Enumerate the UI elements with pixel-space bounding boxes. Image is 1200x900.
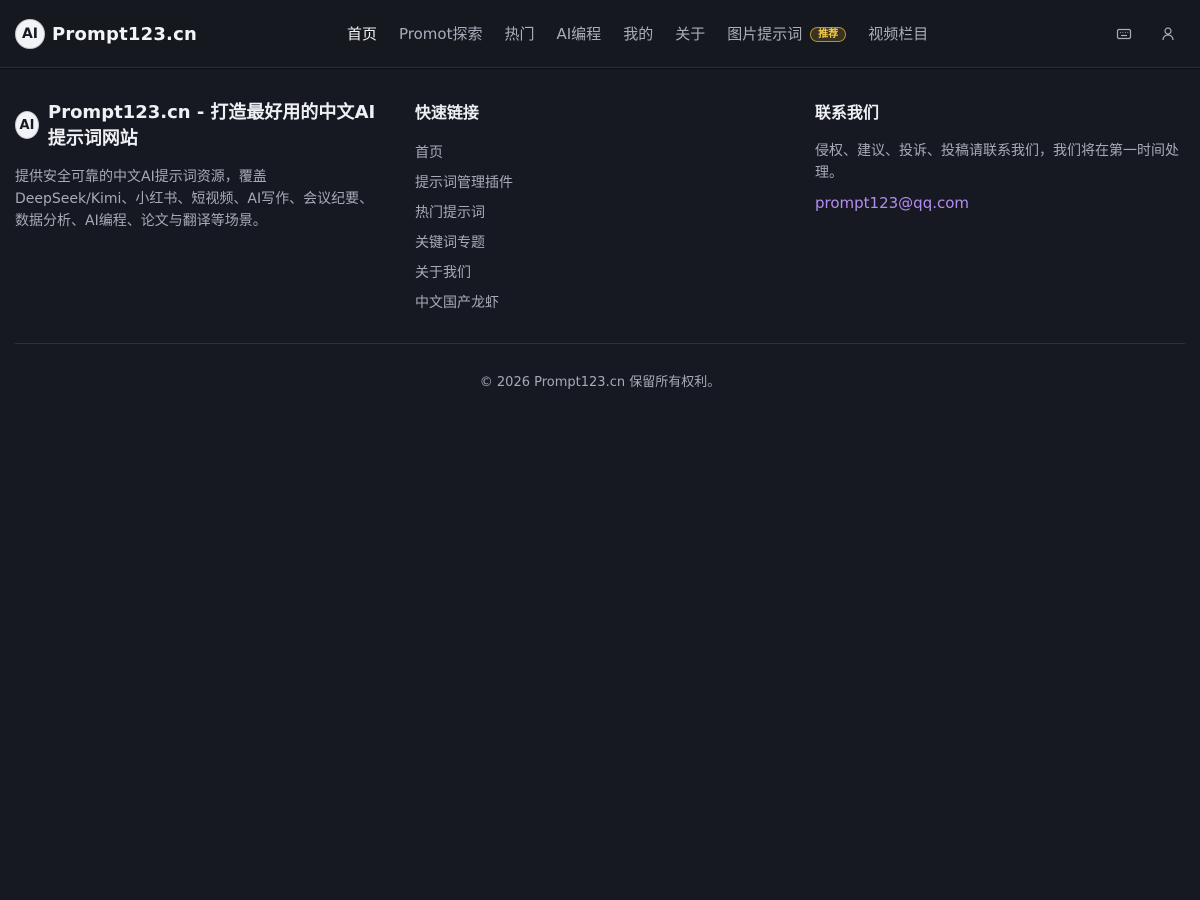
recommend-badge: 推荐	[810, 26, 847, 42]
nav-item-video[interactable]: 视频栏目	[857, 22, 939, 46]
nav-item-home[interactable]: 首页	[336, 22, 388, 46]
nav-item-explore[interactable]: Promot探索	[388, 22, 493, 46]
ai-logo-icon: AI	[15, 111, 39, 139]
brand-name: Prompt123.cn	[52, 23, 197, 45]
nav-item-image-prompts-label: 图片提示词	[727, 25, 803, 43]
footer-quick-links: 快速链接 首页 提示词管理插件 热门提示词 关键词专题 关于我们 中文国产龙虾	[415, 100, 775, 318]
footer-links-title: 快速链接	[415, 103, 480, 122]
top-navbar: AI Prompt123.cn 首页 Promot探索 热门 AI编程 我的 关…	[0, 0, 1200, 68]
footer-link-home[interactable]: 首页	[415, 138, 775, 168]
footer-contact: 联系我们 侵权、建议、投诉、投稿请联系我们，我们将在第一时间处理。 prompt…	[815, 100, 1185, 214]
brand-logo-link[interactable]: AI Prompt123.cn	[15, 19, 197, 49]
footer-link-hot-prompts[interactable]: 热门提示词	[415, 198, 775, 228]
footer: AI Prompt123.cn - 打造最好用的中文AI提示词网站 提供安全可靠…	[15, 100, 1185, 315]
footer-link-chinese-lobster[interactable]: 中文国产龙虾	[415, 288, 775, 318]
footer-about-description: 提供安全可靠的中文AI提示词资源，覆盖DeepSeek/Kimi、小红书、短视频…	[15, 169, 374, 229]
footer-link-about-us[interactable]: 关于我们	[415, 258, 775, 288]
copyright-text: © 2026 Prompt123.cn 保留所有权利。	[479, 375, 721, 390]
footer-contact-title: 联系我们	[815, 103, 880, 122]
footer-about-head: AI Prompt123.cn - 打造最好用的中文AI提示词网站	[15, 100, 385, 152]
footer-about: AI Prompt123.cn - 打造最好用的中文AI提示词网站 提供安全可靠…	[15, 100, 385, 232]
ai-logo-icon: AI	[15, 19, 45, 49]
keyboard-icon[interactable]	[1112, 22, 1136, 46]
nav-item-about[interactable]: 关于	[664, 22, 716, 46]
nav-item-image-prompts[interactable]: 图片提示词 推荐	[716, 22, 857, 46]
footer-about-title: Prompt123.cn - 打造最好用的中文AI提示词网站	[48, 102, 376, 149]
user-icon[interactable]	[1156, 22, 1180, 46]
contact-email-link[interactable]: prompt123@qq.com	[815, 192, 1185, 214]
nav-item-ai-coding[interactable]: AI编程	[546, 22, 613, 46]
footer-link-keyword-topics[interactable]: 关键词专题	[415, 228, 775, 258]
footer-contact-description: 侵权、建议、投诉、投稿请联系我们，我们将在第一时间处理。	[815, 143, 1179, 181]
nav-item-hot[interactable]: 热门	[493, 22, 545, 46]
footer-link-prompt-manager-plugin[interactable]: 提示词管理插件	[415, 168, 775, 198]
nav-right-actions	[1092, 22, 1180, 46]
main-nav: 首页 Promot探索 热门 AI编程 我的 关于 图片提示词 推荐 视频栏目	[336, 22, 939, 46]
footer-link-list: 首页 提示词管理插件 热门提示词 关键词专题 关于我们 中文国产龙虾	[415, 138, 775, 318]
nav-item-mine[interactable]: 我的	[612, 22, 664, 46]
footer-divider	[15, 343, 1185, 344]
